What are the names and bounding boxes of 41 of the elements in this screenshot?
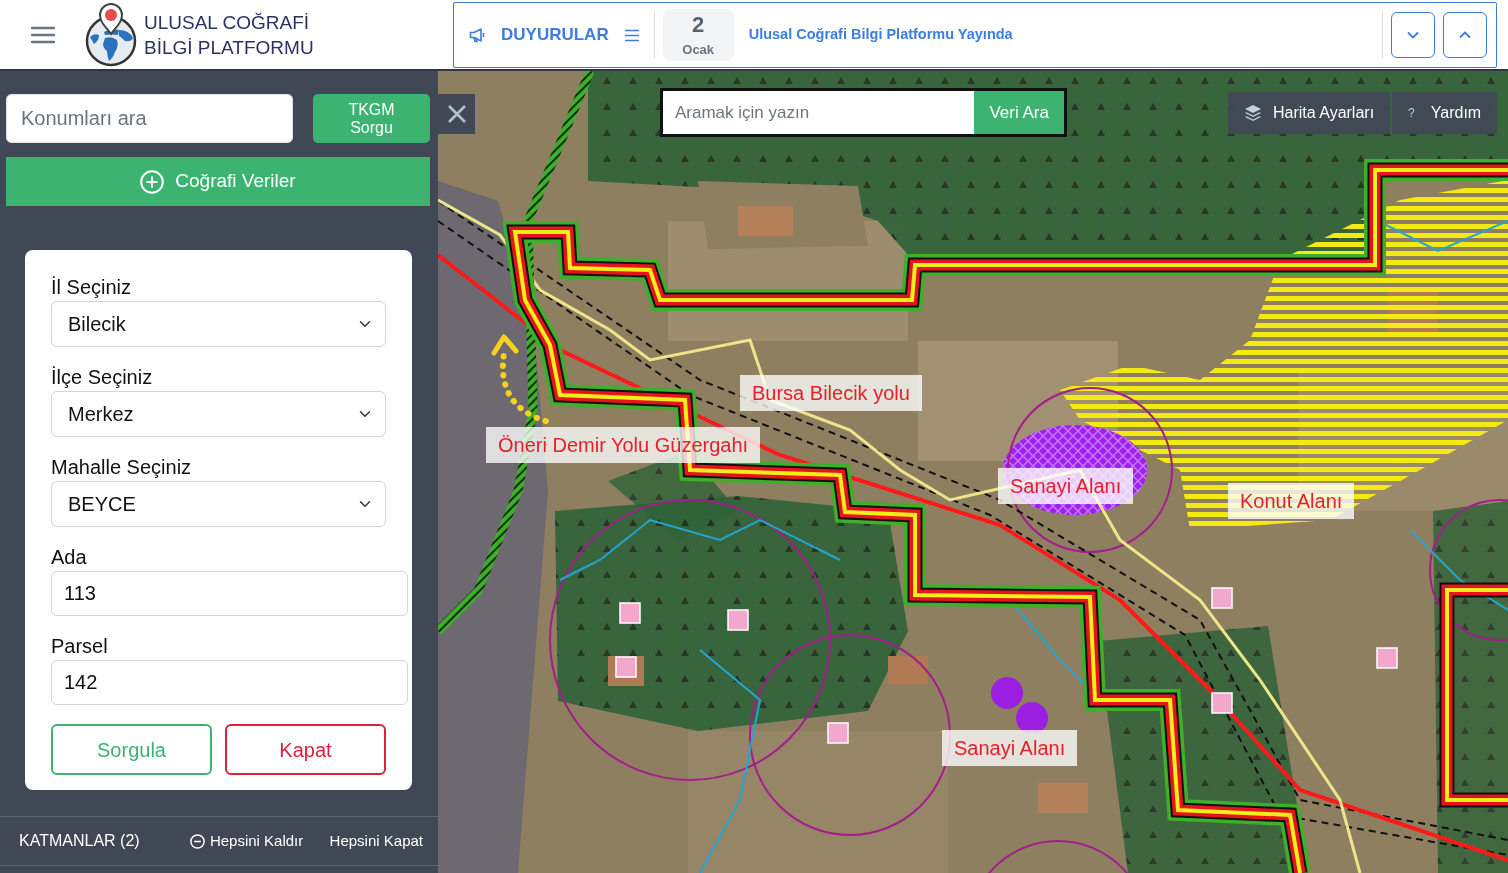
layers-title: KATMANLAR (2) [19,831,140,851]
next-button[interactable] [1391,12,1435,58]
map-drawing[interactable] [438,71,1508,873]
map-label: Öneri Demir Yolu Güzergahı [486,427,761,463]
previous-button[interactable] [1443,12,1487,58]
help-button[interactable]: ? Yardım [1392,92,1498,134]
search-field[interactable]: Konumları ara [6,94,293,143]
chevron-down-icon [1407,31,1419,39]
list-icon[interactable] [623,28,640,42]
map-label: Konut Alanı [1228,483,1355,519]
announcement-link[interactable]: Ulusal Coğrafi Bilgi Platformu Yayında [748,24,1013,46]
close-all-button[interactable]: Hepsini Kapat [329,829,423,853]
chevron-up-icon [1459,31,1471,39]
layers-icon [1244,104,1262,122]
close-button[interactable] [438,94,475,134]
input-field[interactable]: 113 [51,571,408,616]
field-label: Mahalle Seçiniz [51,455,192,479]
minus-circle-icon [189,833,205,849]
field-label: İlçe Seçiniz [51,365,153,389]
help-icon: ? [1408,104,1415,122]
field-label: Ada [51,545,87,569]
dropdown-field[interactable]: Bilecik [51,301,386,347]
date-month: Ocak [682,43,715,56]
site-title: ULUSAL COĞRAFİ BİLGİ PLATFORMU [144,10,314,60]
map-label: Sanayi Alanı [942,730,1078,766]
close-form-button[interactable]: Kapat [225,724,386,775]
input-field[interactable]: 142 [51,660,408,705]
remove-all-button[interactable]: Hepsini Kaldır [189,829,304,853]
map-label: Bursa Bilecik yolu [740,375,922,411]
plus-circle-icon [140,169,165,194]
map-settings-button[interactable]: Harita Ayarları [1228,92,1391,134]
field-label: İl Seçiniz [51,275,132,299]
megaphone-icon [469,27,487,43]
date-day: 2 [692,14,705,36]
close-icon [446,104,467,124]
map-label: Sanayi Alanı [998,468,1134,504]
announcement-label: DUYURULAR [501,24,609,47]
field-label: Parsel [51,634,108,658]
menu-icon[interactable] [31,25,55,44]
dropdown-field[interactable]: BEYCE [51,481,386,527]
dropdown-field[interactable]: Merkez [51,391,386,437]
